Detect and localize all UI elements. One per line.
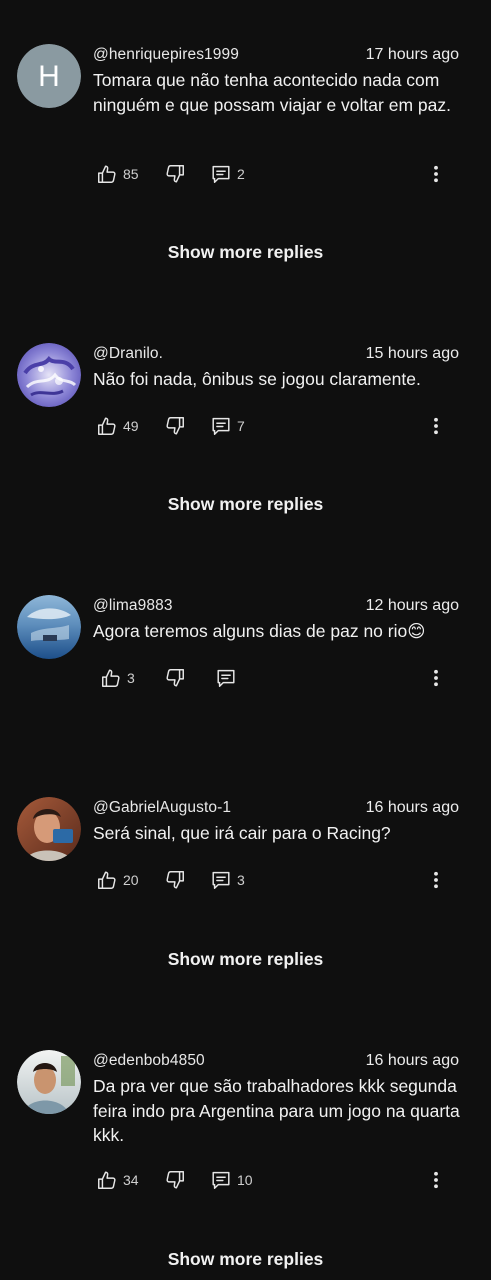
reply-button[interactable]: 10 bbox=[210, 1167, 253, 1193]
comment-author[interactable]: @GabrielAugusto-1 bbox=[93, 799, 231, 817]
comment-time[interactable]: 17 hours ago bbox=[366, 46, 459, 64]
more-vertical-icon bbox=[426, 869, 446, 891]
more-vertical-icon bbox=[426, 163, 446, 185]
comment-icon bbox=[210, 1169, 232, 1191]
comment-time[interactable]: 16 hours ago bbox=[366, 799, 459, 817]
like-count: 34 bbox=[123, 1172, 139, 1188]
more-vertical-icon bbox=[426, 415, 446, 437]
show-more-replies-button[interactable]: Show more replies bbox=[0, 1249, 491, 1270]
avatar[interactable] bbox=[17, 595, 81, 659]
comment-text: Agora teremos alguns dias de paz no rio😊 bbox=[93, 621, 426, 641]
comment-icon bbox=[215, 667, 237, 689]
avatar-image bbox=[17, 1050, 81, 1114]
thumbs-up-icon bbox=[96, 1169, 118, 1191]
like-button[interactable]: 34 bbox=[96, 1167, 139, 1193]
comment-actions: 20 3 bbox=[96, 867, 456, 893]
comment-header: @GabrielAugusto-1 16 hours ago bbox=[93, 797, 459, 819]
thumbs-down-icon bbox=[164, 163, 186, 185]
comment-actions: 49 7 bbox=[96, 413, 456, 439]
comment-author[interactable]: @henriquepires1999 bbox=[93, 46, 239, 64]
reply-button[interactable]: 3 bbox=[210, 867, 245, 893]
more-options-button[interactable] bbox=[426, 1167, 446, 1193]
dislike-button[interactable] bbox=[164, 1167, 186, 1193]
avatar[interactable] bbox=[17, 1050, 81, 1114]
dislike-button[interactable] bbox=[164, 867, 186, 893]
thumbs-up-icon bbox=[96, 415, 118, 437]
thumbs-down-icon bbox=[164, 1169, 186, 1191]
thumbs-down-icon bbox=[164, 415, 186, 437]
comment-text: Não foi nada, ônibus se jogou claramente… bbox=[93, 369, 421, 389]
more-options-button[interactable] bbox=[426, 413, 446, 439]
like-button[interactable]: 20 bbox=[96, 867, 139, 893]
show-more-replies-button[interactable]: Show more replies bbox=[0, 242, 491, 263]
thumbs-up-icon bbox=[100, 667, 122, 689]
comment-text: Tomara que não tenha acontecido nada com… bbox=[93, 70, 451, 115]
comment-actions: 3 bbox=[96, 665, 456, 691]
reply-button[interactable]: 7 bbox=[210, 413, 245, 439]
like-count: 49 bbox=[123, 418, 139, 434]
show-more-replies-button[interactable]: Show more replies bbox=[0, 949, 491, 970]
comment-time[interactable]: 16 hours ago bbox=[366, 1052, 459, 1070]
avatar[interactable] bbox=[17, 343, 81, 407]
avatar-letter: H bbox=[38, 60, 60, 93]
avatar[interactable] bbox=[17, 797, 81, 861]
reply-button[interactable] bbox=[215, 665, 242, 691]
more-vertical-icon bbox=[426, 667, 446, 689]
like-count: 3 bbox=[127, 670, 135, 686]
avatar-letter-image: H bbox=[17, 44, 81, 108]
comment-text: Será sinal, que irá cair para o Racing? bbox=[93, 823, 391, 843]
reply-count: 7 bbox=[237, 418, 245, 434]
reply-count: 10 bbox=[237, 1172, 253, 1188]
like-count: 85 bbox=[123, 166, 139, 182]
thumbs-down-icon bbox=[164, 667, 186, 689]
thumbs-up-icon bbox=[96, 869, 118, 891]
more-options-button[interactable] bbox=[426, 161, 446, 187]
comment-time[interactable]: 12 hours ago bbox=[366, 597, 459, 615]
reply-count: 3 bbox=[237, 872, 245, 888]
more-options-button[interactable] bbox=[426, 665, 446, 691]
like-button[interactable]: 85 bbox=[96, 161, 139, 187]
comment-text: Da pra ver que são trabalhadores kkk seg… bbox=[93, 1076, 460, 1145]
avatar-image bbox=[17, 343, 81, 407]
comment-actions: 85 2 bbox=[96, 161, 456, 187]
comment-header: @edenbob4850 16 hours ago bbox=[93, 1050, 459, 1072]
comment-author[interactable]: @edenbob4850 bbox=[93, 1052, 205, 1070]
show-more-replies-button[interactable]: Show more replies bbox=[0, 494, 491, 515]
dislike-button[interactable] bbox=[164, 161, 186, 187]
more-vertical-icon bbox=[426, 1169, 446, 1191]
comment-icon bbox=[210, 415, 232, 437]
dislike-button[interactable] bbox=[164, 665, 186, 691]
comment-time[interactable]: 15 hours ago bbox=[366, 345, 459, 363]
thumbs-down-icon bbox=[164, 869, 186, 891]
comment-header: @lima9883 12 hours ago bbox=[93, 595, 459, 617]
avatar-image bbox=[17, 595, 81, 659]
reply-count: 2 bbox=[237, 166, 245, 182]
reply-button[interactable]: 2 bbox=[210, 161, 245, 187]
avatar-image bbox=[17, 797, 81, 861]
comment-header: @Dranilo. 15 hours ago bbox=[93, 343, 459, 365]
comment-author[interactable]: @lima9883 bbox=[93, 597, 173, 615]
like-button[interactable]: 49 bbox=[96, 413, 139, 439]
like-count: 20 bbox=[123, 872, 139, 888]
comment-icon bbox=[210, 869, 232, 891]
more-options-button[interactable] bbox=[426, 867, 446, 893]
thumbs-up-icon bbox=[96, 163, 118, 185]
dislike-button[interactable] bbox=[164, 413, 186, 439]
avatar[interactable]: H bbox=[17, 44, 81, 108]
comment-icon bbox=[210, 163, 232, 185]
comment-actions: 34 10 bbox=[96, 1167, 456, 1193]
like-button[interactable]: 3 bbox=[100, 665, 135, 691]
comment-author[interactable]: @Dranilo. bbox=[93, 345, 163, 363]
comment-header: @henriquepires1999 17 hours ago bbox=[93, 44, 459, 66]
